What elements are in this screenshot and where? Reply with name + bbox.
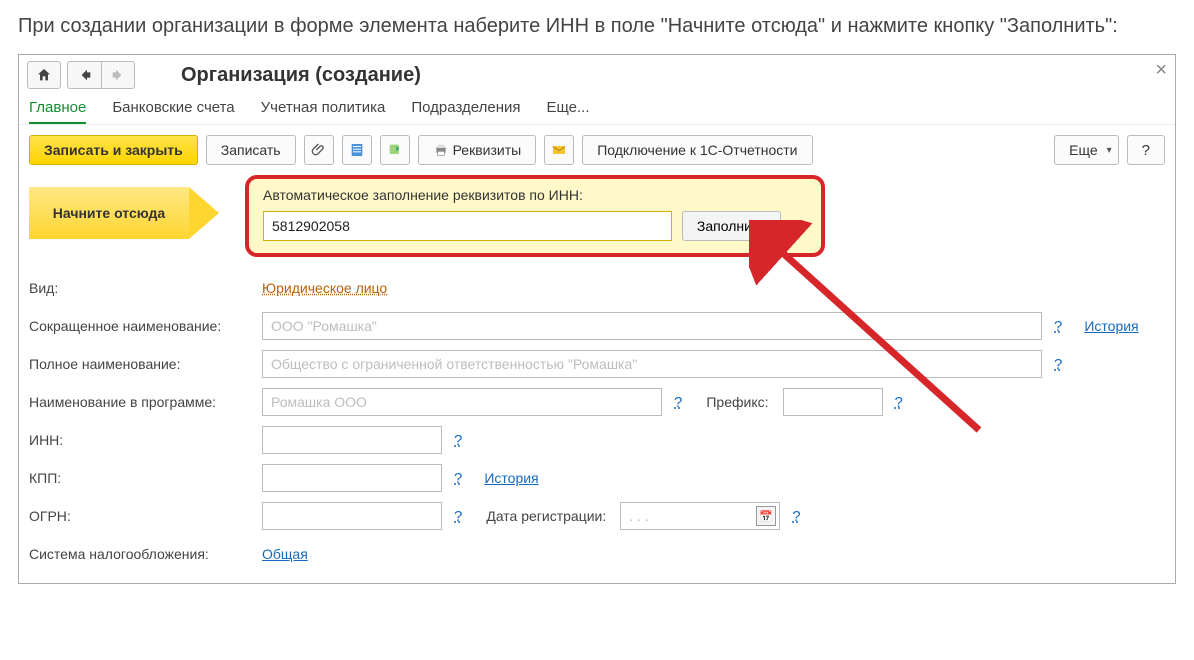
prefix-label: Префикс:: [706, 394, 768, 410]
tab-main[interactable]: Главное: [29, 99, 86, 124]
fill-button[interactable]: Заполнить: [682, 211, 781, 241]
kpp-history-link[interactable]: История: [484, 470, 538, 486]
start-here-label: Начните отсюда: [53, 205, 165, 221]
forward-button[interactable]: [101, 61, 135, 89]
ogrn-input[interactable]: [262, 502, 442, 530]
prog-name-help[interactable]: ?: [670, 394, 686, 411]
short-name-history-link[interactable]: История: [1084, 318, 1138, 334]
inn-input[interactable]: [262, 426, 442, 454]
tax-system-label: Система налогообложения:: [29, 546, 254, 562]
mail-icon: [551, 142, 567, 158]
connect-1c-button[interactable]: Подключение к 1С-Отчетности: [582, 135, 812, 165]
full-name-help[interactable]: ?: [1050, 356, 1066, 373]
rekvizity-label: Реквизиты: [453, 142, 522, 158]
vid-value-link[interactable]: Юридическое лицо: [262, 280, 387, 296]
list-icon: [349, 142, 365, 158]
reg-date-help[interactable]: ?: [788, 508, 804, 525]
printer-icon: [433, 142, 449, 158]
home-button[interactable]: [27, 61, 61, 89]
full-name-input[interactable]: [262, 350, 1042, 378]
write-button[interactable]: Записать: [206, 135, 296, 165]
short-name-label: Сокращенное наименование:: [29, 318, 254, 334]
autofill-panel: Автоматическое заполнение реквизитов по …: [245, 175, 825, 257]
write-and-close-button[interactable]: Записать и закрыть: [29, 135, 198, 165]
reg-date-label: Дата регистрации:: [486, 508, 606, 524]
instruction-text: При создании организации в форме элемент…: [18, 12, 1176, 40]
short-name-help[interactable]: ?: [1050, 318, 1066, 335]
organization-window: × Организация (создание) Главное Банковс…: [18, 54, 1176, 584]
calendar-icon[interactable]: 📅: [756, 506, 776, 526]
page-title: Организация (создание): [181, 64, 421, 87]
ogrn-help[interactable]: ?: [450, 508, 466, 525]
autofill-caption: Автоматическое заполнение реквизитов по …: [263, 187, 807, 203]
help-button[interactable]: ?: [1127, 135, 1165, 165]
paperclip-icon: [311, 142, 327, 158]
tab-divisions[interactable]: Подразделения: [411, 99, 520, 124]
ogrn-label: ОГРН:: [29, 508, 254, 524]
mail-button[interactable]: [544, 135, 574, 165]
arrow-left-icon: [77, 67, 93, 83]
prog-name-label: Наименование в программе:: [29, 394, 254, 410]
kpp-input[interactable]: [262, 464, 442, 492]
kpp-help[interactable]: ?: [450, 470, 466, 487]
tax-system-link[interactable]: Общая: [262, 546, 308, 562]
inn-autofill-input[interactable]: [263, 211, 672, 241]
list-button[interactable]: [342, 135, 372, 165]
prefix-input[interactable]: [783, 388, 883, 416]
vid-label: Вид:: [29, 280, 254, 296]
full-name-label: Полное наименование:: [29, 356, 254, 372]
refresh-button[interactable]: [380, 135, 410, 165]
short-name-input[interactable]: [262, 312, 1042, 340]
prefix-help[interactable]: ?: [891, 394, 907, 411]
close-icon[interactable]: ×: [1155, 59, 1167, 82]
back-button[interactable]: [67, 61, 101, 89]
inn-label: ИНН:: [29, 432, 254, 448]
inn-help[interactable]: ?: [450, 432, 466, 449]
refresh-icon: [387, 142, 403, 158]
prog-name-input[interactable]: [262, 388, 662, 416]
attach-button[interactable]: [304, 135, 334, 165]
arrow-right-icon: [110, 67, 126, 83]
rekvizity-button[interactable]: Реквизиты: [418, 135, 537, 165]
more-button[interactable]: Еще: [1054, 135, 1119, 165]
autofill-help[interactable]: ?: [791, 218, 807, 235]
start-here-arrow: Начните отсюда: [29, 187, 229, 239]
tab-bank-accounts[interactable]: Банковские счета: [112, 99, 234, 124]
tab-accounting-policy[interactable]: Учетная политика: [261, 99, 386, 124]
tab-more[interactable]: Еще...: [546, 99, 589, 124]
kpp-label: КПП:: [29, 470, 254, 486]
home-icon: [36, 67, 52, 83]
